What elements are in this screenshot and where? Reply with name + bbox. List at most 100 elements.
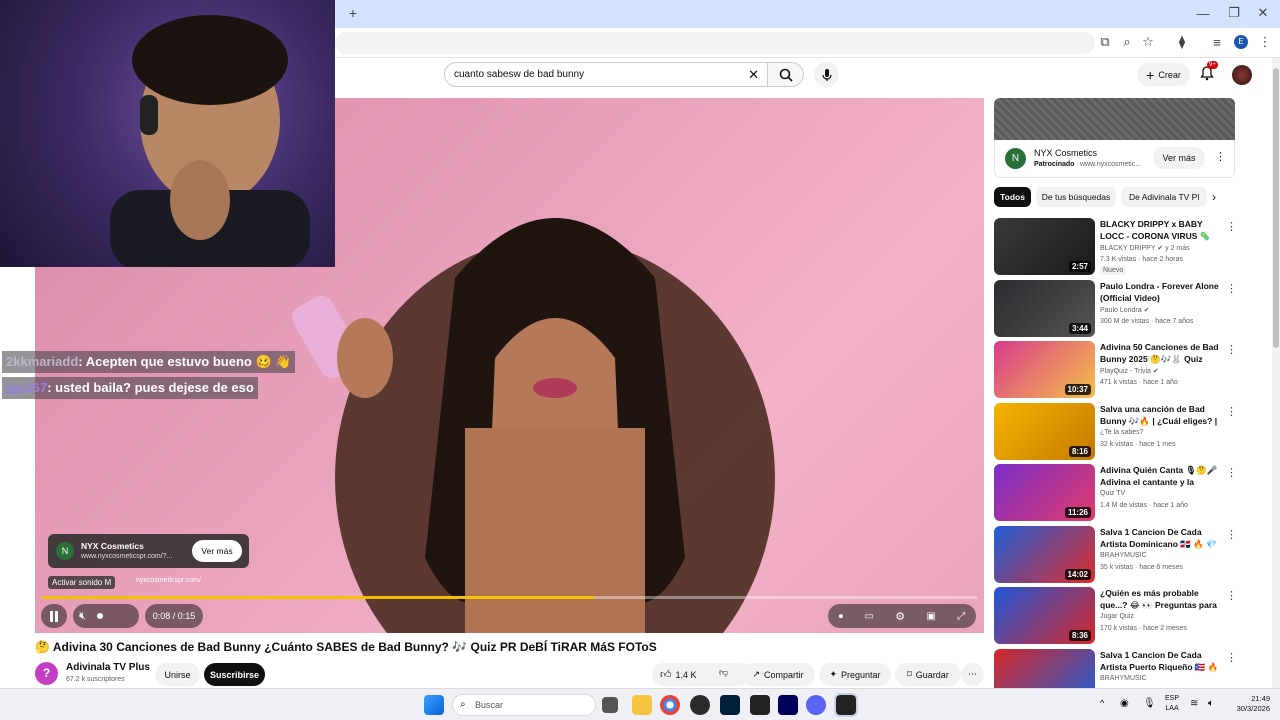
recommendation-item[interactable]: 8:16 Salva una canción de Bad Bunny 🎶🔥 | … (994, 402, 1240, 461)
volume-slider-handle[interactable] (97, 613, 103, 619)
video-title[interactable]: BLACKY DRIPPY x BABY LOCC - CORONA VIRUS… (1100, 218, 1224, 242)
video-title[interactable]: Adivina 50 Canciones de Bad Bunny 2025 🤔… (1100, 341, 1224, 365)
video-title[interactable]: Salva una canción de Bad Bunny 🎶🔥 | ¿Cuá… (1100, 403, 1224, 427)
microphone-tray-icon[interactable]: 🎙︎ (1143, 698, 1156, 709)
tray-chevron-icon[interactable]: ^ (1100, 698, 1104, 708)
channel-name[interactable]: Paulo Londra ✔ (1100, 306, 1149, 314)
tray-app-icon[interactable]: ◉ (1120, 698, 1129, 709)
sponsored-card[interactable]: N NYX Cosmetics Patrocinado www.nyxcosme… (994, 140, 1235, 178)
channel-name[interactable]: Jugar Quiz (1100, 613, 1134, 620)
sponsored-banner[interactable] (994, 98, 1235, 140)
clear-search-icon[interactable]: ✕ (748, 63, 759, 86)
file-explorer-icon[interactable] (632, 695, 652, 715)
video-thumbnail[interactable]: 11:26 (994, 464, 1095, 521)
create-button[interactable]: + Crear (1137, 63, 1190, 86)
muted-speaker-icon[interactable]: 🔇︎ (79, 610, 86, 623)
ad-cta-button[interactable]: Ver más (192, 540, 242, 562)
restore-button[interactable]: ❐ (1227, 5, 1241, 20)
extensions-icon[interactable]: ⧫ (1175, 34, 1189, 49)
progress-bar[interactable] (42, 596, 977, 599)
video-title[interactable]: Salva 1 Cancion De Cada Artista Dominica… (1100, 526, 1224, 550)
recommendation-item[interactable]: 2:57 BLACKY DRIPPY x BABY LOCC - CORONA V… (994, 218, 1240, 276)
more-options-icon[interactable]: ⋮ (1226, 528, 1237, 541)
volume-control[interactable]: 🔇︎ (73, 604, 139, 628)
capcut-icon[interactable] (750, 695, 770, 715)
chrome-icon[interactable] (660, 695, 680, 715)
more-options-icon[interactable]: ⋮ (1226, 405, 1237, 418)
premiere-icon[interactable] (778, 695, 798, 715)
join-button[interactable]: Unirse (155, 663, 200, 686)
miniplayer-icon[interactable]: ▣ (926, 611, 935, 622)
photoshop-icon[interactable] (720, 695, 740, 715)
autoplay-toggle-icon[interactable]: ⏺ (839, 611, 844, 622)
language-indicator[interactable]: ESP LAA (1165, 694, 1179, 714)
subscribe-button[interactable]: Suscribirse (204, 663, 265, 686)
profile-avatar[interactable]: E (1234, 35, 1248, 49)
video-thumbnail[interactable]: 3:44 (994, 279, 1095, 337)
video-title[interactable]: Paulo Londra - Forever Alone (Official V… (1100, 280, 1224, 304)
more-options-icon[interactable]: ⋮ (1226, 282, 1237, 295)
settings-gear-icon[interactable]: ⚙ (895, 610, 905, 623)
video-thumbnail[interactable]: 8:36 (994, 587, 1095, 644)
more-options-icon[interactable]: ⋮ (1226, 589, 1237, 602)
channel-name[interactable]: Adivinala TV Plus (66, 662, 150, 673)
sponsor-cta-button[interactable]: Ver más (1153, 147, 1205, 169)
video-thumbnail[interactable]: 14:02 (994, 525, 1095, 583)
chip-searches[interactable]: De tus búsquedas (1036, 187, 1116, 207)
channel-name[interactable]: ¿Te la sabes? (1100, 429, 1144, 436)
save-button[interactable]: ⌑ Guardar (895, 663, 961, 686)
search-button[interactable] (768, 62, 804, 87)
task-view-icon[interactable] (602, 697, 618, 713)
thumbs-up-icon[interactable]: 👍︎ (660, 668, 672, 681)
recommendation-item[interactable]: 10:37 Adivina 50 Canciones de Bad Bunny 2… (994, 341, 1240, 399)
voice-search-button[interactable] (814, 62, 839, 87)
channel-name[interactable]: BLACKY DRIPPY ✔ y 2 más (1100, 244, 1190, 252)
zoom-icon[interactable]: ⌕ (1120, 34, 1134, 49)
recommendation-item[interactable]: 8:36 ¿Quién es más probable que...? 😂 👀 P… (994, 587, 1240, 645)
bookmark-star-icon[interactable]: ☆ (1141, 34, 1155, 49)
notifications-button[interactable]: 9+ (1200, 61, 1218, 82)
video-thumbnail[interactable]: 2:57 (994, 218, 1095, 275)
chip-channel[interactable]: De Adivinala TV Pl (1121, 187, 1207, 207)
close-window-button[interactable]: ✕ (1256, 5, 1270, 20)
capcut-active-icon[interactable] (834, 693, 858, 717)
page-scrollbar[interactable] (1272, 58, 1280, 688)
sponsor-more-icon[interactable]: ⋮ (1215, 150, 1226, 163)
install-app-icon[interactable]: ⧉ (1098, 34, 1112, 49)
recommendation-item[interactable]: 11:26 Adivina Quién Canta 🎙🤔🎤 Adivina el … (994, 464, 1240, 522)
video-title[interactable]: Salva 1 Cancion De Cada Artista Puerto R… (1100, 649, 1224, 673)
video-thumbnail[interactable]: 8:16 (994, 402, 1095, 460)
account-avatar[interactable] (1232, 65, 1252, 85)
volume-icon[interactable]: 🔈︎ (1208, 698, 1214, 709)
more-options-icon[interactable]: ⋮ (1226, 220, 1237, 233)
share-button[interactable]: ↗ Compartir (741, 663, 815, 686)
channel-name[interactable]: PlayQuiz - Trivia ✔ (1100, 367, 1159, 375)
ask-button[interactable]: ✦ Preguntar (819, 663, 891, 686)
minimize-button[interactable]: — (1196, 6, 1210, 21)
more-options-icon[interactable]: ⋮ (1226, 466, 1237, 479)
media-controls-icon[interactable]: ≡ (1210, 35, 1224, 50)
video-title[interactable]: ¿Quién es más probable que...? 😂 👀 Pregu… (1100, 587, 1224, 611)
fullscreen-icon[interactable]: ⤢ (957, 611, 965, 622)
wifi-icon[interactable]: ≋ (1190, 698, 1198, 709)
app-icon[interactable] (690, 695, 710, 715)
channel-name[interactable]: BRAHYMUSIC (1100, 675, 1147, 682)
chip-all[interactable]: Todos (994, 187, 1031, 207)
ad-footer-url[interactable]: nyxcosmeticspr.com/ (136, 577, 201, 584)
more-actions-button[interactable]: ⋯ (961, 663, 984, 686)
more-options-icon[interactable]: ⋮ (1226, 343, 1237, 356)
thumbs-down-icon[interactable]: 👎︎ (719, 667, 728, 678)
channel-name[interactable]: Quiz TV (1100, 490, 1125, 497)
pause-button[interactable] (41, 604, 67, 628)
discord-icon[interactable] (806, 695, 826, 715)
scrollbar-thumb[interactable] (1273, 68, 1279, 348)
channel-avatar[interactable]: ? (35, 662, 58, 685)
video-thumbnail[interactable]: 10:37 (994, 341, 1095, 398)
omnibox[interactable] (335, 32, 1095, 54)
browser-menu-icon[interactable]: ⋮ (1258, 34, 1272, 49)
new-tab-button[interactable]: + (346, 5, 360, 21)
more-options-icon[interactable]: ⋮ (1226, 651, 1237, 664)
recommendation-item[interactable]: 14:02 Salva 1 Cancion De Cada Artista Dom… (994, 525, 1240, 584)
start-button[interactable] (424, 695, 444, 715)
clock[interactable]: 21:49 30/3/2026 (1226, 694, 1270, 714)
